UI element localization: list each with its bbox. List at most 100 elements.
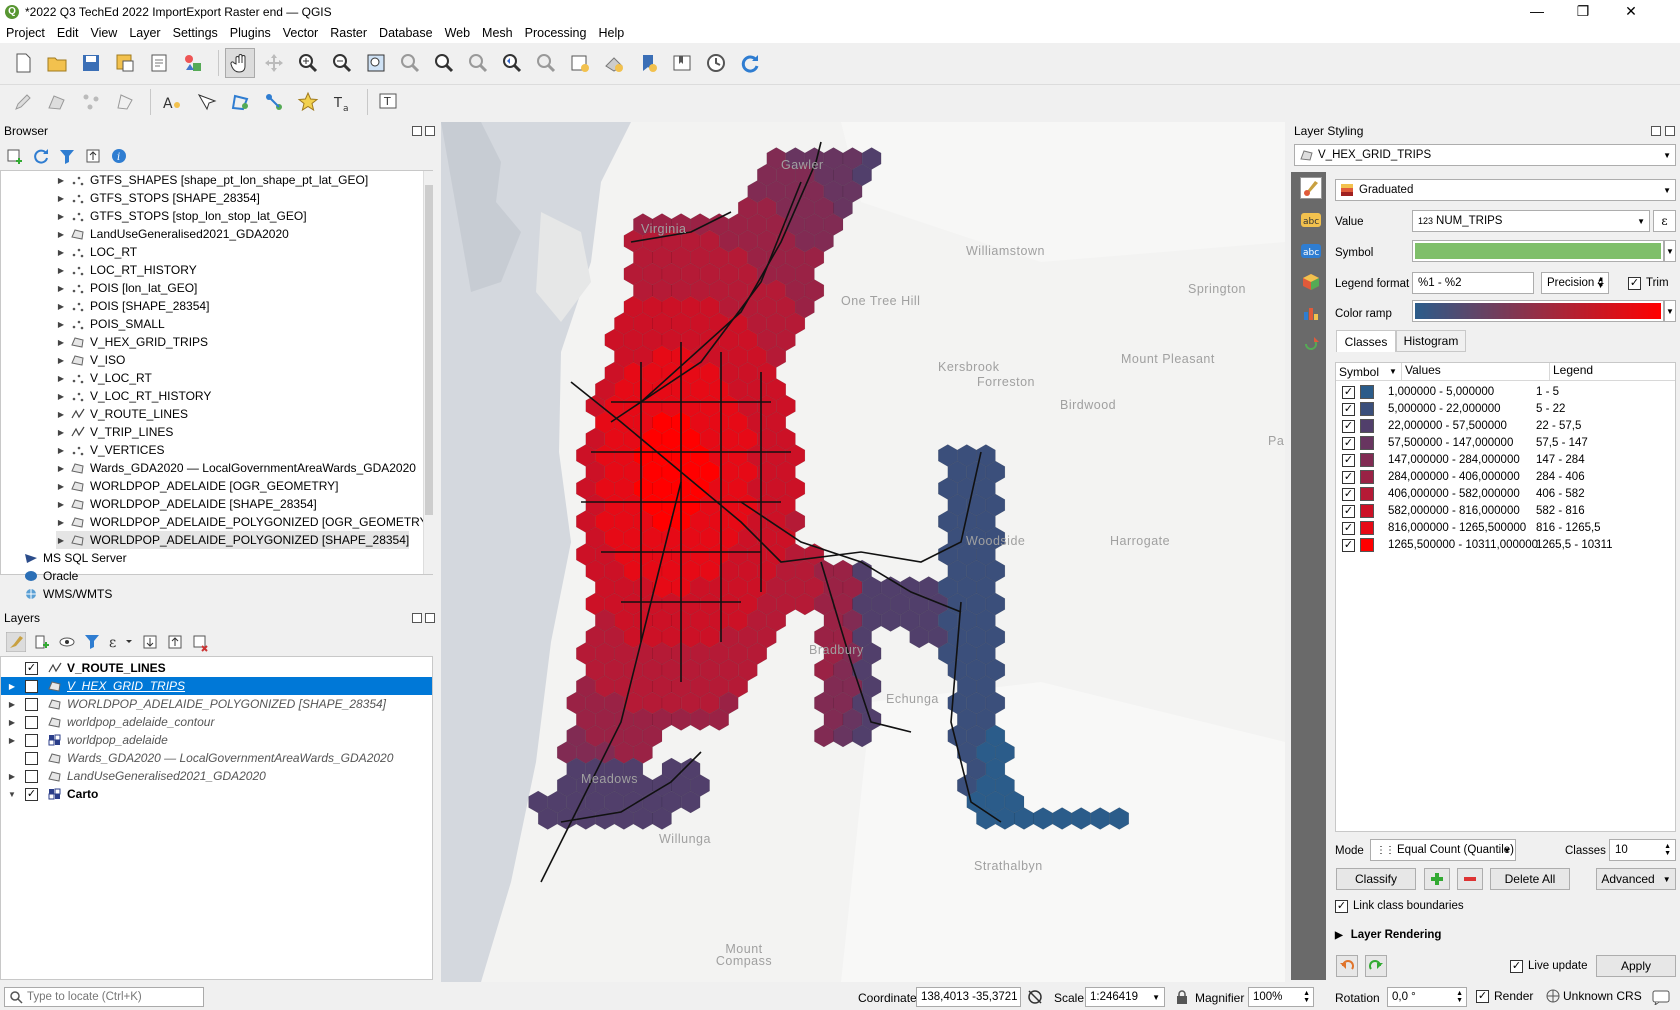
expand-arrow-icon[interactable]: ▶ — [56, 194, 66, 203]
label-tool-icon[interactable]: A — [157, 87, 187, 117]
symbology-tab-icon[interactable] — [1300, 177, 1322, 199]
browser-item[interactable]: ▶ WORLDPOP_ADELAIDE [OGR_GEOMETRY] — [56, 477, 339, 495]
class-color-swatch[interactable] — [1360, 453, 1374, 467]
renderer-dropdown[interactable]: Graduated ▼ — [1335, 179, 1676, 201]
layer-item[interactable]: Wards_GDA2020 — LocalGovernmentAreaWards… — [1, 749, 432, 767]
class-row[interactable]: ✓ 816,000000 - 1265,500000 816 - 1265,5 — [1336, 519, 1675, 537]
remove-class-button[interactable] — [1457, 868, 1483, 890]
layer-item[interactable]: ✓ V_ROUTE_LINES — [1, 659, 432, 677]
locator-search-input[interactable]: Type to locate (Ctrl+K) — [4, 987, 204, 1007]
legend-format-input[interactable]: %1 - %2 — [1412, 272, 1534, 294]
close-button[interactable]: ✕ — [1606, 0, 1656, 23]
style-manager-icon[interactable] — [178, 48, 208, 78]
expand-arrow-icon[interactable]: ▶ — [56, 482, 66, 491]
close-layers-icon[interactable] — [425, 613, 435, 623]
zoom-native-icon[interactable] — [463, 48, 493, 78]
vertex-tool-icon[interactable] — [76, 87, 106, 117]
tab-classes[interactable]: Classes — [1336, 330, 1396, 352]
info-icon[interactable]: i — [110, 147, 128, 165]
pan-to-selection-icon[interactable] — [259, 48, 289, 78]
new-3d-view-icon[interactable] — [599, 48, 629, 78]
class-checkbox[interactable]: ✓ — [1342, 521, 1355, 535]
style-layer-icon[interactable] — [6, 632, 26, 652]
class-color-swatch[interactable] — [1360, 470, 1374, 484]
column-legend[interactable]: Legend — [1550, 363, 1670, 380]
expand-arrow-icon[interactable]: ▶ — [56, 374, 66, 383]
add-group-icon[interactable] — [33, 632, 51, 652]
class-legend[interactable]: 406 - 582 — [1536, 488, 1585, 500]
layer-item[interactable]: ▶ ✓ V_HEX_GRID_TRIPS — [1, 677, 432, 695]
expand-arrow-icon[interactable]: ▶ — [7, 718, 17, 727]
class-values[interactable]: 5,000000 - 22,000000 — [1388, 403, 1536, 415]
browser-item[interactable]: ▶ LOC_RT — [56, 243, 137, 261]
class-legend[interactable]: 1 - 5 — [1536, 386, 1559, 398]
layer-rendering-section[interactable]: ▶ Layer Rendering — [1335, 926, 1441, 944]
menu-web[interactable]: Web — [439, 26, 476, 40]
show-bookmarks-icon[interactable] — [667, 48, 697, 78]
change-label-icon[interactable]: Ta — [327, 87, 357, 117]
expand-arrow-icon[interactable]: ▶ — [56, 518, 66, 527]
class-legend[interactable]: 582 - 816 — [1536, 505, 1585, 517]
class-values[interactable]: 284,000000 - 406,000000 — [1388, 471, 1536, 483]
class-checkbox[interactable]: ✓ — [1342, 470, 1355, 484]
trim-checkbox[interactable]: ✓ — [1628, 276, 1641, 290]
digitize-icon[interactable] — [42, 87, 72, 117]
zoom-full-icon[interactable] — [361, 48, 391, 78]
expand-arrow-icon[interactable]: ▶ — [56, 446, 66, 455]
menu-mesh[interactable]: Mesh — [476, 26, 519, 40]
star-icon[interactable] — [293, 87, 323, 117]
expand-arrow-icon[interactable]: ▶ — [56, 356, 66, 365]
expand-arrow-icon[interactable]: ▶ — [56, 410, 66, 419]
menu-raster[interactable]: Raster — [324, 26, 373, 40]
scale-field[interactable]: 1:246419 ▼ — [1085, 987, 1165, 1007]
browser-item[interactable]: ▶ LOC_RT_HISTORY — [56, 261, 197, 279]
class-values[interactable]: 22,000000 - 57,500000 — [1388, 420, 1536, 432]
menu-help[interactable]: Help — [592, 26, 630, 40]
expand-arrow-icon[interactable]: ▶ — [56, 338, 66, 347]
float-styling-icon[interactable] — [1651, 126, 1661, 136]
browser-item[interactable]: ▶ V_LOC_RT_HISTORY — [56, 387, 211, 405]
undo-button[interactable] — [1336, 955, 1358, 977]
masks-tab-icon[interactable]: abc — [1300, 240, 1322, 262]
zoom-to-selection-icon[interactable] — [395, 48, 425, 78]
class-row[interactable]: ✓ 22,000000 - 57,500000 22 - 57,5 — [1336, 417, 1675, 435]
new-bookmark-icon[interactable] — [633, 48, 663, 78]
scrollbar-thumb[interactable] — [425, 185, 433, 515]
new-project-icon[interactable] — [8, 48, 38, 78]
maximize-button[interactable]: ❐ — [1560, 0, 1606, 23]
magnifier-spinbox[interactable]: 100% ▲ ▼ — [1248, 987, 1314, 1007]
messages-icon[interactable] — [1652, 989, 1670, 1005]
expand-arrow-icon[interactable]: ▶ — [56, 248, 66, 257]
class-row[interactable]: ✓ 1,000000 - 5,000000 1 - 5 — [1336, 383, 1675, 401]
class-row[interactable]: ✓ 57,500000 - 147,000000 57,5 - 147 — [1336, 434, 1675, 452]
class-values[interactable]: 406,000000 - 582,000000 — [1388, 488, 1536, 500]
save-as-icon[interactable] — [110, 48, 140, 78]
temporal-controller-icon[interactable] — [701, 48, 731, 78]
pin-labels-icon[interactable] — [191, 87, 221, 117]
class-legend[interactable]: 147 - 284 — [1536, 454, 1585, 466]
browser-item[interactable]: ▶ V_VERTICES — [56, 441, 165, 459]
menu-edit[interactable]: Edit — [51, 26, 85, 40]
new-map-view-icon[interactable] — [565, 48, 595, 78]
apply-button[interactable]: Apply — [1596, 955, 1676, 977]
class-checkbox[interactable]: ✓ — [1342, 538, 1355, 552]
layer-item[interactable]: ▶ worldpop_adelaide_contour — [1, 713, 432, 731]
column-symbol[interactable]: Symbol ▼ — [1336, 363, 1402, 380]
layer-item[interactable]: ▼ ✓ Carto — [1, 785, 432, 803]
expand-arrow-icon[interactable]: ▶ — [56, 500, 66, 509]
menu-layer[interactable]: Layer — [123, 26, 166, 40]
browser-item[interactable]: ▶ V_HEX_GRID_TRIPS — [56, 333, 208, 351]
minimize-button[interactable]: — — [1514, 0, 1560, 23]
zoom-next-icon[interactable] — [531, 48, 561, 78]
class-legend[interactable]: 816 - 1265,5 — [1536, 522, 1601, 534]
filter-expression-icon[interactable]: ε — [108, 632, 134, 652]
layer-visibility-checkbox[interactable]: ✓ — [25, 787, 38, 801]
add-polygon-icon[interactable] — [110, 87, 140, 117]
symbol-menu-caret[interactable]: ▼ — [1664, 240, 1676, 262]
class-legend[interactable]: 284 - 406 — [1536, 471, 1585, 483]
link-boundaries-row[interactable]: ✓ Link class boundaries — [1335, 897, 1464, 915]
collapse-all-icon[interactable] — [84, 147, 102, 165]
labels-tab-icon[interactable]: abc — [1300, 209, 1322, 231]
toggle-editing-icon[interactable] — [8, 87, 38, 117]
classes-count-spinbox[interactable]: 10 ▲ ▼ — [1609, 839, 1676, 861]
